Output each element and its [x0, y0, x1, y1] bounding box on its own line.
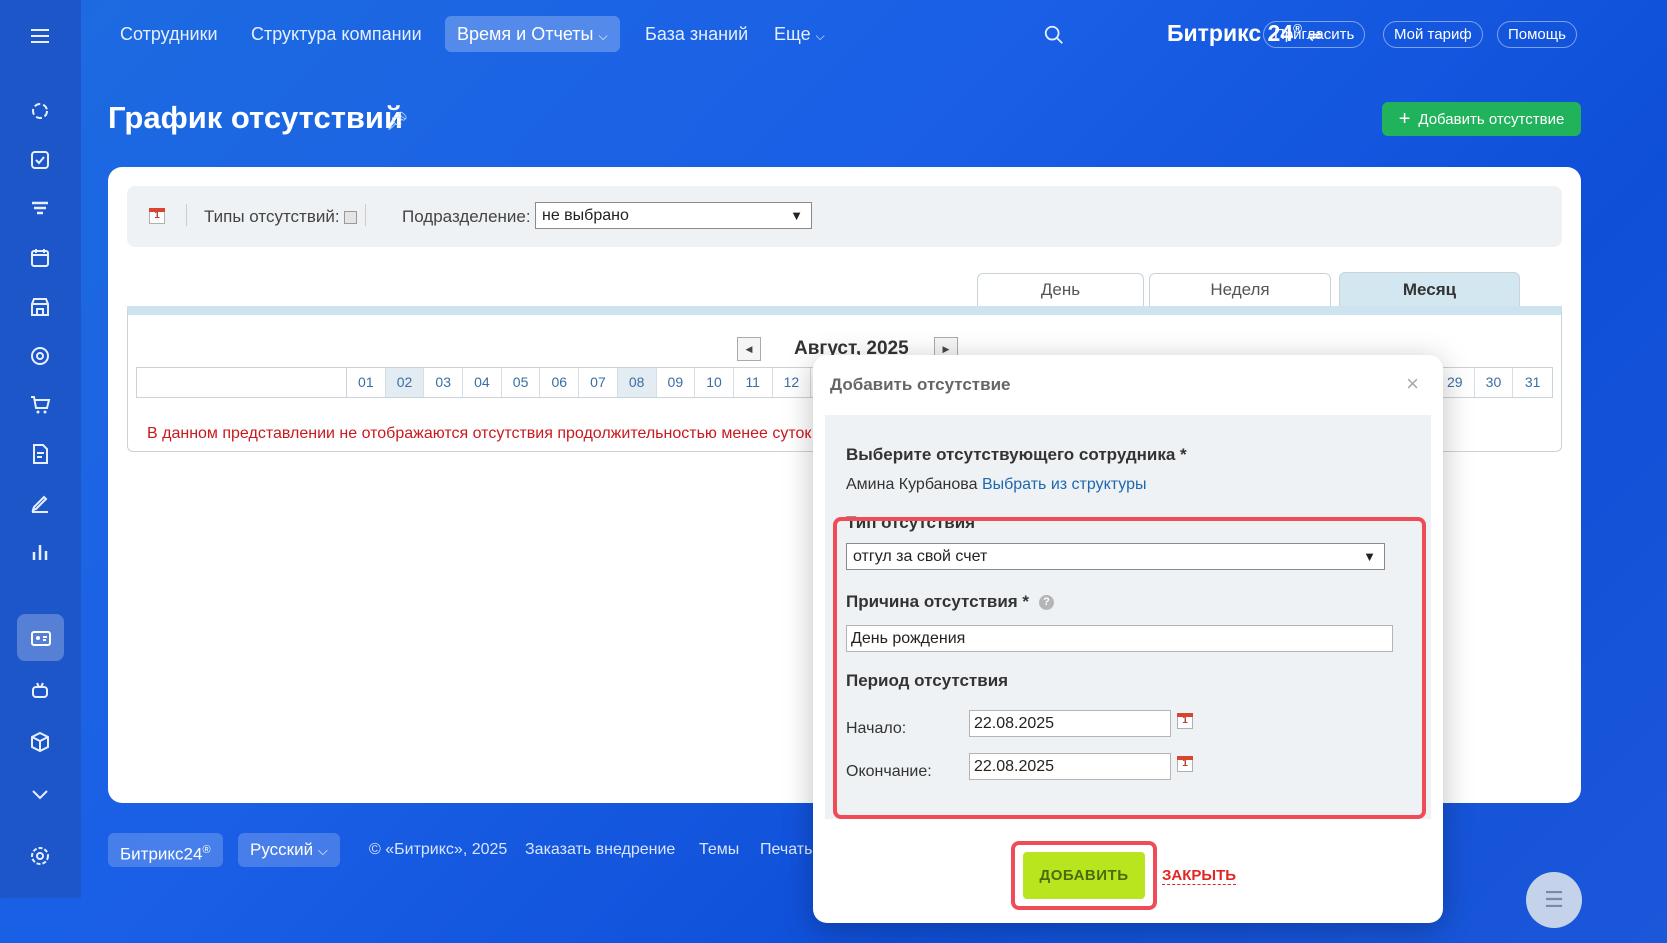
- add-absence-dialog: Добавить отсутствие × Выберите отсутству…: [813, 355, 1443, 923]
- chevron-down-icon: ⌵: [317, 843, 328, 858]
- day-cell[interactable]: 07: [579, 368, 618, 397]
- day-cell[interactable]: 30: [1475, 368, 1514, 397]
- absence-types-checkbox[interactable]: [344, 211, 358, 225]
- filter-bar: 1 Типы отсутствий: Подразделение: не выб…: [127, 186, 1562, 247]
- day-cell[interactable]: 31: [1513, 368, 1552, 397]
- chevron-down-icon: ⌵: [815, 29, 825, 43]
- help-button[interactable]: Помощь: [1497, 21, 1577, 48]
- nav-more-label: Еще: [774, 24, 811, 44]
- chat-icon[interactable]: ☰: [1526, 872, 1582, 928]
- footer-brand[interactable]: Битрикс24®: [108, 833, 223, 867]
- print-link[interactable]: Печать: [760, 841, 812, 859]
- copyright: © «Битрикс», 2025: [369, 841, 508, 858]
- nav-more[interactable]: Еще ⌵: [762, 16, 837, 52]
- search-icon[interactable]: [1043, 24, 1065, 51]
- documents-icon[interactable]: [22, 436, 58, 472]
- submit-add-button[interactable]: ДОБАВИТЬ: [1023, 852, 1145, 899]
- add-absence-label: Добавить отсутствие: [1418, 110, 1565, 128]
- day-cell[interactable]: 03: [424, 368, 464, 397]
- crm-icon[interactable]: [22, 191, 58, 227]
- day-cell[interactable]: 12: [773, 368, 812, 397]
- tasks-icon[interactable]: [22, 142, 58, 178]
- add-absence-button[interactable]: + Добавить отсутствие: [1382, 102, 1581, 136]
- divider: [365, 204, 366, 226]
- highlight-frame: [833, 517, 1426, 819]
- day-cell[interactable]: 02: [385, 368, 425, 397]
- absence-types-filter[interactable]: Типы отсутствий:: [204, 207, 358, 227]
- left-rail: [0, 0, 81, 898]
- nav-time-reports-label: Время и Отчеты: [457, 24, 594, 44]
- nav-employees[interactable]: Сотрудники: [108, 16, 230, 52]
- absence-types-label: Типы отсутствий:: [204, 207, 340, 226]
- language-label: Русский: [250, 840, 314, 859]
- page-title: График отсутствий: [108, 100, 404, 135]
- language-select[interactable]: Русский ⌵: [238, 833, 340, 867]
- nav-knowledge-base[interactable]: База знаний: [633, 16, 760, 52]
- close-icon[interactable]: ×: [1406, 371, 1419, 397]
- registered-icon: ®: [202, 844, 211, 856]
- store-icon[interactable]: [22, 289, 58, 325]
- top-navigation: Сотрудники Структура компании Время и От…: [81, 0, 1667, 70]
- tab-day[interactable]: День: [977, 273, 1144, 306]
- invite-button[interactable]: Пригласить: [1263, 21, 1366, 48]
- tab-week[interactable]: Неделя: [1149, 273, 1331, 306]
- day-cell[interactable]: 04: [463, 368, 502, 397]
- sign-icon[interactable]: [22, 485, 58, 521]
- target-icon[interactable]: [22, 338, 58, 374]
- chevron-down-icon: ▼: [790, 208, 803, 223]
- menu-icon[interactable]: [22, 18, 58, 54]
- select-from-structure-link[interactable]: Выбрать из структуры: [982, 476, 1147, 493]
- prev-month-button[interactable]: ◀: [737, 337, 761, 361]
- employee-name: Амина Курбанова: [846, 476, 978, 493]
- day-cell[interactable]: 10: [695, 368, 734, 397]
- cart-icon[interactable]: [22, 387, 58, 423]
- day-cell[interactable]: 08: [617, 368, 657, 397]
- gear-icon[interactable]: [22, 838, 58, 874]
- feed-icon[interactable]: [22, 93, 58, 129]
- department-select[interactable]: не выбрано ▼: [535, 202, 812, 229]
- day-cell[interactable]: 06: [540, 368, 580, 397]
- dialog-title: Добавить отсутствие: [830, 375, 1011, 394]
- employee-label: Выберите отсутствующего сотрудника *: [846, 445, 1187, 464]
- nav-company-structure[interactable]: Структура компании: [239, 16, 434, 52]
- themes-link[interactable]: Темы: [699, 841, 739, 859]
- chevron-down-icon: ⌵: [598, 29, 608, 43]
- department-label: Подразделение:: [402, 207, 531, 226]
- order-implementation-link[interactable]: Заказать внедрение: [525, 841, 675, 859]
- pin-icon[interactable]: 📌︎: [386, 111, 409, 132]
- divider: [186, 204, 187, 226]
- my-tariff-button[interactable]: Мой тариф: [1383, 21, 1483, 48]
- analytics-icon[interactable]: [22, 534, 58, 570]
- footer-brand-label: Битрикс24: [120, 844, 203, 864]
- tab-month[interactable]: Месяц: [1339, 272, 1520, 306]
- close-dialog-button[interactable]: ЗАКРЫТЬ: [1162, 867, 1237, 885]
- employees-icon[interactable]: [17, 614, 64, 661]
- employee-column-header: [137, 368, 347, 397]
- calendar-icon[interactable]: [22, 240, 58, 276]
- chevron-down-icon[interactable]: [22, 776, 58, 812]
- day-cell[interactable]: 11: [734, 368, 773, 397]
- day-cell[interactable]: 01: [347, 368, 386, 397]
- calendar-icon[interactable]: 1: [149, 208, 165, 224]
- box-icon[interactable]: [22, 724, 58, 760]
- short-absence-warning: В данном представлении не отображаются о…: [147, 425, 812, 442]
- day-cell[interactable]: 05: [502, 368, 541, 397]
- day-cell[interactable]: 09: [657, 368, 696, 397]
- employee-row: Амина Курбанова Выбрать из структуры: [846, 476, 1147, 494]
- department-select-value: не выбрано: [542, 207, 629, 224]
- nav-time-reports[interactable]: Время и Отчеты ⌵: [445, 16, 620, 52]
- plus-icon: +: [1398, 107, 1411, 130]
- robot-icon[interactable]: [22, 673, 58, 709]
